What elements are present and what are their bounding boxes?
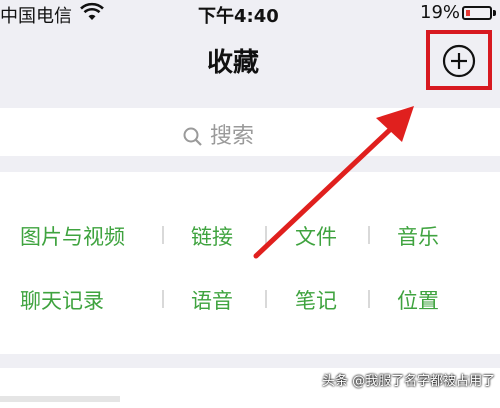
category-music[interactable]: 音乐	[397, 221, 439, 251]
search-icon	[183, 127, 202, 146]
category-files[interactable]: 文件	[295, 221, 337, 251]
divider	[265, 290, 267, 308]
divider	[265, 226, 267, 244]
status-bar: 中国电信 下午4:40 19%	[0, 0, 500, 30]
category-card	[0, 172, 500, 354]
plus-circle-icon	[442, 44, 476, 78]
wifi-icon	[80, 2, 104, 20]
category-voice[interactable]: 语音	[191, 285, 233, 315]
category-links[interactable]: 链接	[191, 221, 233, 251]
battery-level	[466, 10, 470, 16]
add-button[interactable]	[426, 30, 492, 90]
category-images-videos[interactable]: 图片与视频	[20, 221, 125, 251]
item-preview-line	[0, 396, 120, 402]
divider	[162, 290, 164, 308]
category-location[interactable]: 位置	[397, 285, 439, 315]
carrier-name: 中国电信	[0, 6, 72, 27]
category-notes[interactable]: 笔记	[295, 285, 337, 315]
search-bar[interactable]: 搜索	[0, 108, 500, 156]
nav-bar: 收藏	[0, 30, 500, 92]
search-placeholder-wrap: 搜索	[182, 118, 255, 149]
clock: 下午4:40	[198, 6, 279, 27]
search-placeholder: 搜索	[210, 124, 255, 149]
page-title: 收藏	[206, 48, 259, 78]
divider	[368, 226, 370, 244]
battery-icon	[462, 6, 492, 20]
divider	[368, 290, 370, 308]
battery-cap	[493, 10, 496, 16]
watermark: 头条 @我服了名字都被占用了	[322, 374, 496, 389]
battery-percent: 19%	[420, 2, 461, 23]
divider	[162, 226, 164, 244]
category-chat-history[interactable]: 聊天记录	[20, 285, 104, 315]
